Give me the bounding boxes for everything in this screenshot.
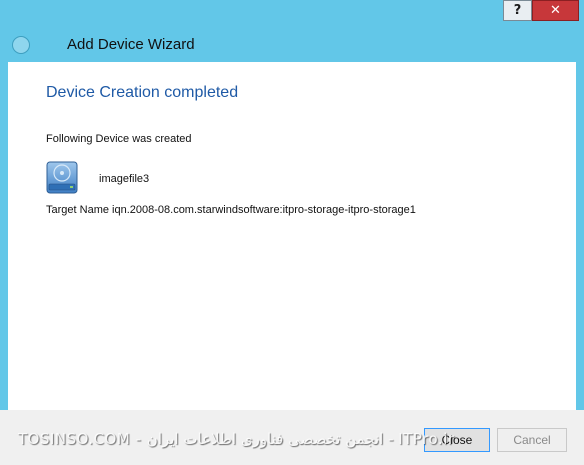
window-close-button[interactable]: ✕ [532,0,579,21]
device-name: imagefile3 [99,173,150,185]
status-message: Following Device was created [46,133,192,145]
wizard-content: Device Creation completed Following Devi… [8,62,576,410]
wizard-footer: Close Cancel TOSINSO.COM - انجمن تخصصی ف… [0,410,584,465]
close-icon: ✕ [550,3,561,18]
window-title: Add Device Wizard [67,36,195,53]
help-button[interactable]: ? [503,0,532,21]
hard-disk-icon [46,161,78,194]
cancel-button[interactable]: Cancel [497,428,567,452]
back-arrow-icon[interactable] [12,36,30,54]
page-heading: Device Creation completed [46,84,239,101]
watermark-text: TOSINSO.COM - انجمن تخصصی فناوری اطلاعات… [18,430,455,448]
target-name: Target Name iqn.2008-08.com.starwindsoft… [46,204,416,216]
window-frame: ? ✕ Add Device Wizard Device Creation co… [0,0,584,465]
